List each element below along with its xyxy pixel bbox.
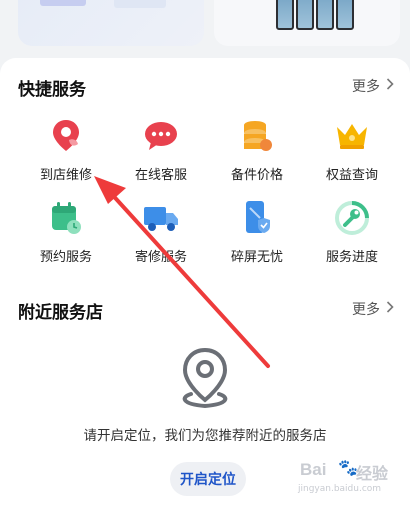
more-label: 更多 xyxy=(352,79,380,95)
service-benefits-query[interactable]: 权益查询 xyxy=(302,118,402,183)
banner-image-mid xyxy=(114,0,166,8)
service-online-support[interactable]: 在线客服 xyxy=(111,118,211,183)
services-card: 快捷服务 更多 到店维修 在线客服 备件价格 权益查询 预约服务 寄修服务 碎屏… xyxy=(0,58,410,510)
wrench-progress-icon xyxy=(334,200,370,236)
delivery-truck-icon xyxy=(143,200,179,236)
location-pin-outline-icon xyxy=(175,346,235,412)
more-label: 更多 xyxy=(352,302,380,318)
service-parts-price[interactable]: 备件价格 xyxy=(207,118,307,183)
service-label: 预约服务 xyxy=(39,250,92,265)
service-label: 权益查询 xyxy=(325,168,378,183)
service-mail-in-repair[interactable]: 寄修服务 xyxy=(111,200,211,265)
paw-icon: 🐾 xyxy=(338,458,358,477)
coin-stack-icon xyxy=(239,118,275,154)
enable-location-button[interactable]: 开启定位 xyxy=(170,462,246,496)
service-in-store-repair[interactable]: 到店维修 xyxy=(16,118,116,183)
calendar-clock-icon xyxy=(48,200,84,236)
watermark-brand: Bai xyxy=(300,460,327,479)
banner-image-left xyxy=(40,0,86,6)
service-screen-protection[interactable]: 碎屏无忧 xyxy=(207,200,307,265)
chevron-right-icon xyxy=(386,301,394,317)
nearby-stores-more-link[interactable]: 更多 xyxy=(352,299,394,319)
phone-shield-icon xyxy=(239,200,275,236)
service-appointment[interactable]: 预约服务 xyxy=(16,200,116,265)
baidu-jingyan-watermark: Bai 🐾 经验 jingyan.baidu.com xyxy=(298,458,390,502)
chevron-right-icon xyxy=(386,78,394,94)
location-pin-icon xyxy=(48,118,84,154)
top-banners xyxy=(0,0,410,46)
promo-banner-left[interactable] xyxy=(18,0,204,46)
service-label: 服务进度 xyxy=(325,250,378,265)
service-label: 寄修服务 xyxy=(134,250,187,265)
watermark-brand-suffix: 经验 xyxy=(356,464,389,483)
service-label: 碎屏无忧 xyxy=(230,250,283,265)
watermark-url: jingyan.baidu.com xyxy=(298,484,382,494)
chat-bubble-icon xyxy=(143,118,179,154)
nearby-stores-title: 附近服务店 xyxy=(18,303,103,323)
quick-services-more-link[interactable]: 更多 xyxy=(352,76,394,96)
service-label: 到店维修 xyxy=(39,168,92,183)
quick-services-title: 快捷服务 xyxy=(18,80,86,100)
promo-banner-right[interactable] xyxy=(214,0,400,46)
location-permission-message: 请开启定位，我们为您推荐附近的服务店 xyxy=(83,428,327,444)
service-label: 在线客服 xyxy=(134,168,187,183)
crown-icon xyxy=(334,118,370,154)
service-progress[interactable]: 服务进度 xyxy=(302,200,402,265)
phones-image xyxy=(276,0,360,30)
service-label: 备件价格 xyxy=(230,168,283,183)
